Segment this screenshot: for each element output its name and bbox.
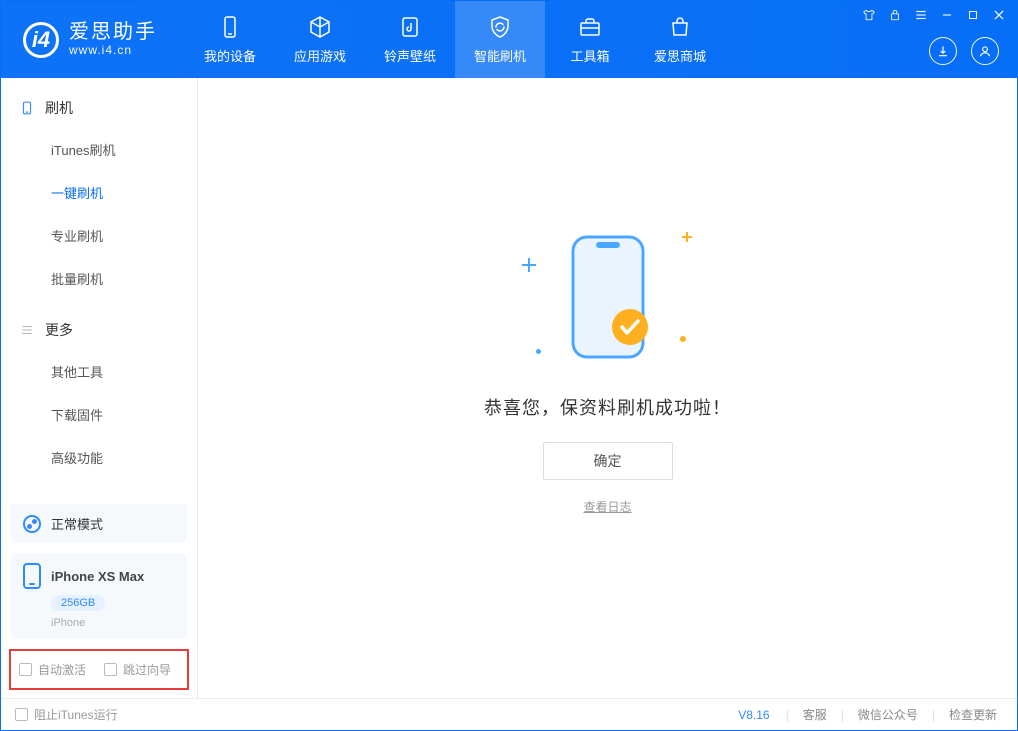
tab-label: 爱思商城 [654, 46, 706, 65]
sidebar-item-download-firmware[interactable]: 下载固件 [1, 393, 197, 436]
footer-link-support[interactable]: 客服 [797, 706, 833, 723]
device-panel[interactable]: iPhone XS Max 256GB iPhone [11, 553, 187, 639]
mode-panel[interactable]: 正常模式 [11, 504, 187, 543]
footer: 阻止iTunes运行 V8.16 | 客服 | 微信公众号 | 检查更新 [1, 698, 1017, 730]
lock-icon[interactable] [887, 7, 903, 23]
sidebar-item-itunes-flash[interactable]: iTunes刷机 [1, 128, 197, 171]
menu-icon[interactable] [913, 7, 929, 23]
checkbox-auto-activate[interactable]: 自动激活 [19, 661, 86, 678]
tshirt-icon[interactable] [861, 7, 877, 23]
flash-options-box: 自动激活 跳过向导 [9, 649, 189, 690]
success-illustration [528, 222, 688, 372]
tab-toolbox[interactable]: 工具箱 [545, 1, 635, 78]
app-window: i4 爱思助手 www.i4.cn 我的设备 应用游戏 铃声壁纸 智能刷机 [0, 0, 1018, 731]
footer-link-check-update[interactable]: 检查更新 [943, 706, 1003, 723]
window-controls [861, 1, 1017, 78]
sidebar-group-flash: 刷机 [1, 78, 197, 128]
version-label: V8.16 [738, 708, 769, 722]
logo-icon: i4 [23, 22, 59, 58]
shield-sync-icon [487, 14, 513, 40]
checkbox-icon [104, 663, 117, 676]
checkbox-block-itunes[interactable]: 阻止iTunes运行 [15, 706, 118, 723]
mode-icon [23, 515, 41, 533]
device-icon [23, 563, 41, 589]
tab-label: 智能刷机 [474, 46, 526, 65]
footer-link-wechat[interactable]: 微信公众号 [852, 706, 924, 723]
tab-label: 我的设备 [204, 46, 256, 65]
checkbox-skip-guide[interactable]: 跳过向导 [104, 661, 171, 678]
titlebar: i4 爱思助手 www.i4.cn 我的设备 应用游戏 铃声壁纸 智能刷机 [1, 1, 1017, 78]
main-tabs: 我的设备 应用游戏 铃声壁纸 智能刷机 工具箱 爱思商城 [185, 1, 725, 78]
sidebar-group-title: 更多 [45, 320, 73, 340]
checkbox-label: 阻止iTunes运行 [34, 706, 118, 723]
toolbox-icon [577, 14, 603, 40]
sidebar-group-more: 更多 [1, 300, 197, 350]
view-log-link[interactable]: 查看日志 [583, 498, 631, 515]
body: 刷机 iTunes刷机 一键刷机 专业刷机 批量刷机 更多 其他工具 下载固件 … [1, 78, 1017, 698]
success-block: 恭喜您，保资料刷机成功啦！ 确定 查看日志 [484, 222, 731, 515]
checkbox-icon [19, 663, 32, 676]
sidebar: 刷机 iTunes刷机 一键刷机 专业刷机 批量刷机 更多 其他工具 下载固件 … [1, 78, 198, 698]
app-name-cn: 爱思助手 [69, 21, 157, 44]
tab-store[interactable]: 爱思商城 [635, 1, 725, 78]
bag-icon [667, 14, 693, 40]
close-button[interactable] [991, 7, 1007, 23]
sidebar-item-advanced[interactable]: 高级功能 [1, 436, 197, 479]
tab-ringtones-wallpapers[interactable]: 铃声壁纸 [365, 1, 455, 78]
success-message: 恭喜您，保资料刷机成功啦！ [484, 394, 731, 420]
device-type: iPhone [51, 617, 175, 629]
sidebar-item-oneclick-flash[interactable]: 一键刷机 [1, 171, 197, 214]
minimize-button[interactable] [939, 7, 955, 23]
logo: i4 爱思助手 www.i4.cn [1, 1, 177, 78]
sidebar-item-other-tools[interactable]: 其他工具 [1, 350, 197, 393]
phone-icon [217, 14, 243, 40]
tab-smart-flash[interactable]: 智能刷机 [455, 1, 545, 78]
tab-label: 铃声壁纸 [384, 46, 436, 65]
download-button[interactable] [929, 37, 957, 65]
ok-button[interactable]: 确定 [543, 442, 673, 480]
app-name-en: www.i4.cn [69, 44, 157, 58]
tab-apps-games[interactable]: 应用游戏 [275, 1, 365, 78]
list-icon [19, 322, 35, 338]
tab-label: 应用游戏 [294, 46, 346, 65]
tab-label: 工具箱 [570, 46, 609, 65]
device-small-icon [19, 100, 35, 116]
cube-icon [307, 14, 333, 40]
main-content: 恭喜您，保资料刷机成功啦！ 确定 查看日志 [198, 78, 1017, 698]
checkbox-icon [15, 708, 28, 721]
music-note-icon [397, 14, 423, 40]
user-button[interactable] [971, 37, 999, 65]
checkbox-label: 跳过向导 [123, 661, 171, 678]
checkbox-label: 自动激活 [38, 661, 86, 678]
sidebar-item-batch-flash[interactable]: 批量刷机 [1, 257, 197, 300]
device-name: iPhone XS Max [51, 569, 144, 584]
tab-my-device[interactable]: 我的设备 [185, 1, 275, 78]
mode-label: 正常模式 [51, 514, 103, 533]
sidebar-group-title: 刷机 [45, 98, 73, 118]
device-storage: 256GB [51, 595, 105, 611]
sidebar-item-pro-flash[interactable]: 专业刷机 [1, 214, 197, 257]
maximize-button[interactable] [965, 7, 981, 23]
